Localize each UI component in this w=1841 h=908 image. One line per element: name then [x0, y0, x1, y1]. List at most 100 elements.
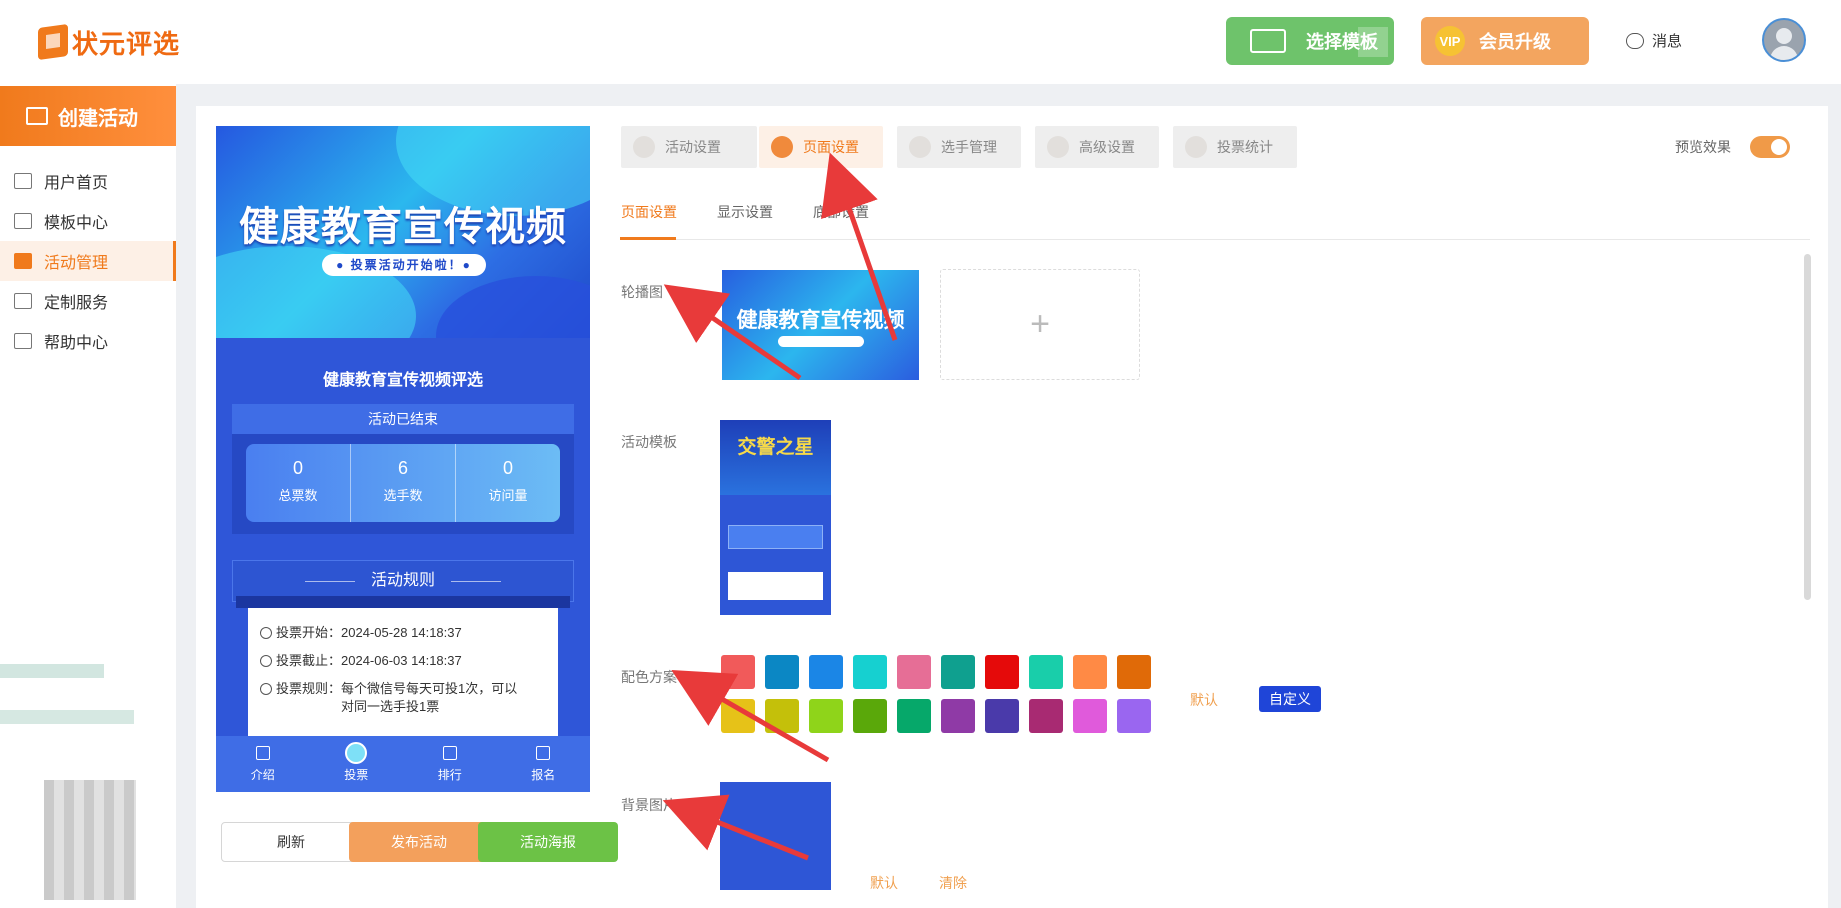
- subtab-divider: [620, 239, 1810, 240]
- book-icon: [14, 333, 32, 349]
- subtab-display-settings[interactable]: 显示设置: [717, 202, 773, 222]
- top-header: 状元评选 选择模板 VIP 会员升级 消息: [0, 0, 1841, 84]
- color-swatch[interactable]: [1117, 699, 1151, 733]
- color-swatch[interactable]: [985, 655, 1019, 689]
- color-swatch[interactable]: [1073, 699, 1107, 733]
- sidebar-item-help[interactable]: 帮助中心: [0, 321, 176, 361]
- messages-link[interactable]: 消息: [1626, 30, 1682, 51]
- rule-label: 投票开始：: [276, 625, 342, 640]
- color-swatch[interactable]: [853, 655, 887, 689]
- settings-scrollbar[interactable]: [1804, 254, 1811, 600]
- sidebar-item-label: 用户首页: [44, 175, 109, 192]
- publish-activity-button[interactable]: 发布活动: [349, 822, 489, 862]
- preview-stats-box: 0 总票数 6 选手数 0 访问量: [232, 434, 574, 534]
- preview-tab-label: 排行: [437, 768, 462, 782]
- carousel-label: 轮播图: [621, 284, 663, 300]
- color-swatch[interactable]: [1029, 655, 1063, 689]
- tab-label: 页面设置: [803, 139, 859, 155]
- vip-icon: VIP: [1435, 26, 1465, 56]
- preview-banner-pill: ● 投票活动开始啦！●: [322, 254, 486, 276]
- tab-label: 投票统计: [1217, 139, 1273, 155]
- stat-label: 选手数: [383, 488, 423, 503]
- add-carousel-image-button[interactable]: +: [940, 269, 1140, 380]
- color-swatch[interactable]: [765, 699, 799, 733]
- rule-label: 投票截止：: [276, 653, 342, 668]
- rule-row: 投票开始： 2024-05-28 14:18:37: [260, 624, 558, 642]
- background-default-link[interactable]: 默认: [870, 873, 898, 893]
- preview-tab-label: 报名: [531, 768, 556, 782]
- template-thumbnail-title: 交警之星: [737, 437, 814, 458]
- logo[interactable]: 状元评选: [38, 22, 180, 62]
- stat-label: 访问量: [488, 488, 528, 503]
- background-clear-link[interactable]: 清除: [939, 873, 967, 893]
- color-swatch[interactable]: [721, 655, 755, 689]
- tab-vote-statistics[interactable]: 投票统计: [1173, 126, 1297, 168]
- avatar[interactable]: [1762, 18, 1806, 62]
- preview-banner: 健康教育宣传视频 ● 投票活动开始啦！●: [216, 126, 590, 338]
- vip-upgrade-button[interactable]: VIP 会员升级: [1421, 17, 1589, 65]
- subtab-page-settings[interactable]: 页面设置: [621, 202, 677, 222]
- template-thumbnail[interactable]: 交警之星: [720, 420, 831, 615]
- sidebar-item-home[interactable]: 用户首页: [0, 161, 176, 201]
- tab-label: 高级设置: [1079, 139, 1135, 155]
- sidebar-item-custom-service[interactable]: 定制服务: [0, 281, 176, 321]
- carousel-image-title: 健康教育宣传视频: [736, 309, 905, 332]
- carousel-image[interactable]: 健康教育宣传视频: [722, 270, 919, 380]
- bar-chart-icon: [442, 746, 457, 760]
- chat-bubble-icon: [1626, 32, 1644, 49]
- rule-value: 每个微信号每天可投1次，可以对同一选手投1票: [341, 681, 518, 714]
- template-label: 活动模板: [621, 434, 677, 450]
- refresh-button[interactable]: 刷新: [221, 822, 361, 862]
- tools-icon: [14, 293, 32, 309]
- color-swatch[interactable]: [941, 655, 975, 689]
- preview-tab-rank[interactable]: 排行: [403, 736, 497, 792]
- stat-value: 0: [502, 458, 513, 478]
- tab-advanced-settings[interactable]: 高级设置: [1035, 126, 1159, 168]
- color-swatch[interactable]: [853, 699, 887, 733]
- color-swatch[interactable]: [809, 699, 843, 733]
- info-icon: [260, 683, 272, 695]
- color-swatch[interactable]: [985, 699, 1019, 733]
- color-swatch[interactable]: [941, 699, 975, 733]
- sidebar-item-activity-management[interactable]: 活动管理: [0, 241, 176, 281]
- vote-icon: [345, 742, 368, 764]
- stat-visits: 0 访问量: [456, 444, 560, 522]
- color-swatch[interactable]: [897, 699, 931, 733]
- preview-banner-title: 健康教育宣传视频: [239, 205, 567, 249]
- background-image-thumbnail[interactable]: [720, 782, 831, 890]
- rule-label: 投票规则：: [276, 681, 342, 696]
- tab-page-settings[interactable]: 页面设置: [759, 126, 883, 168]
- color-custom-button[interactable]: 自定义: [1259, 686, 1321, 712]
- preview-tab-intro[interactable]: 介绍: [216, 736, 310, 792]
- tab-activity-settings[interactable]: 活动设置: [621, 126, 757, 168]
- vip-upgrade-label: 会员升级: [1479, 32, 1551, 52]
- preview-tabbar: 介绍 投票 排行 报名: [216, 736, 590, 792]
- stat-total-votes: 0 总票数: [246, 444, 351, 522]
- preview-tab-vote[interactable]: 投票: [310, 736, 404, 792]
- preview-tab-signup[interactable]: 报名: [497, 736, 591, 792]
- color-scheme-label: 配色方案: [621, 669, 677, 685]
- activity-poster-button[interactable]: 活动海报: [478, 822, 618, 862]
- color-swatch[interactable]: [765, 655, 799, 689]
- create-activity-label: 创建活动: [58, 107, 138, 130]
- preview-rules-bar: [236, 596, 570, 608]
- stat-contestants: 6 选手数: [351, 444, 456, 522]
- color-swatch[interactable]: [1073, 655, 1107, 689]
- color-swatch[interactable]: [897, 655, 931, 689]
- color-swatch[interactable]: [1117, 655, 1151, 689]
- carousel-image-pill: [778, 336, 864, 347]
- color-swatch[interactable]: [809, 655, 843, 689]
- color-default-link[interactable]: 默认: [1190, 690, 1218, 710]
- tab-label: 选手管理: [941, 139, 997, 155]
- choose-template-button[interactable]: 选择模板: [1226, 17, 1394, 65]
- sidebar-item-templates[interactable]: 模板中心: [0, 201, 176, 241]
- rule-value: 2024-05-28 14:18:37: [341, 625, 462, 640]
- tab-contestant-management[interactable]: 选手管理: [897, 126, 1021, 168]
- folder-icon: [14, 213, 32, 229]
- create-activity-button[interactable]: 创建活动: [0, 86, 176, 146]
- preview-effect-toggle[interactable]: [1750, 136, 1790, 158]
- subtab-footer-settings[interactable]: 底部设置: [813, 202, 869, 222]
- template-icon: [1250, 29, 1286, 53]
- color-swatch[interactable]: [1029, 699, 1063, 733]
- color-swatch[interactable]: [721, 699, 755, 733]
